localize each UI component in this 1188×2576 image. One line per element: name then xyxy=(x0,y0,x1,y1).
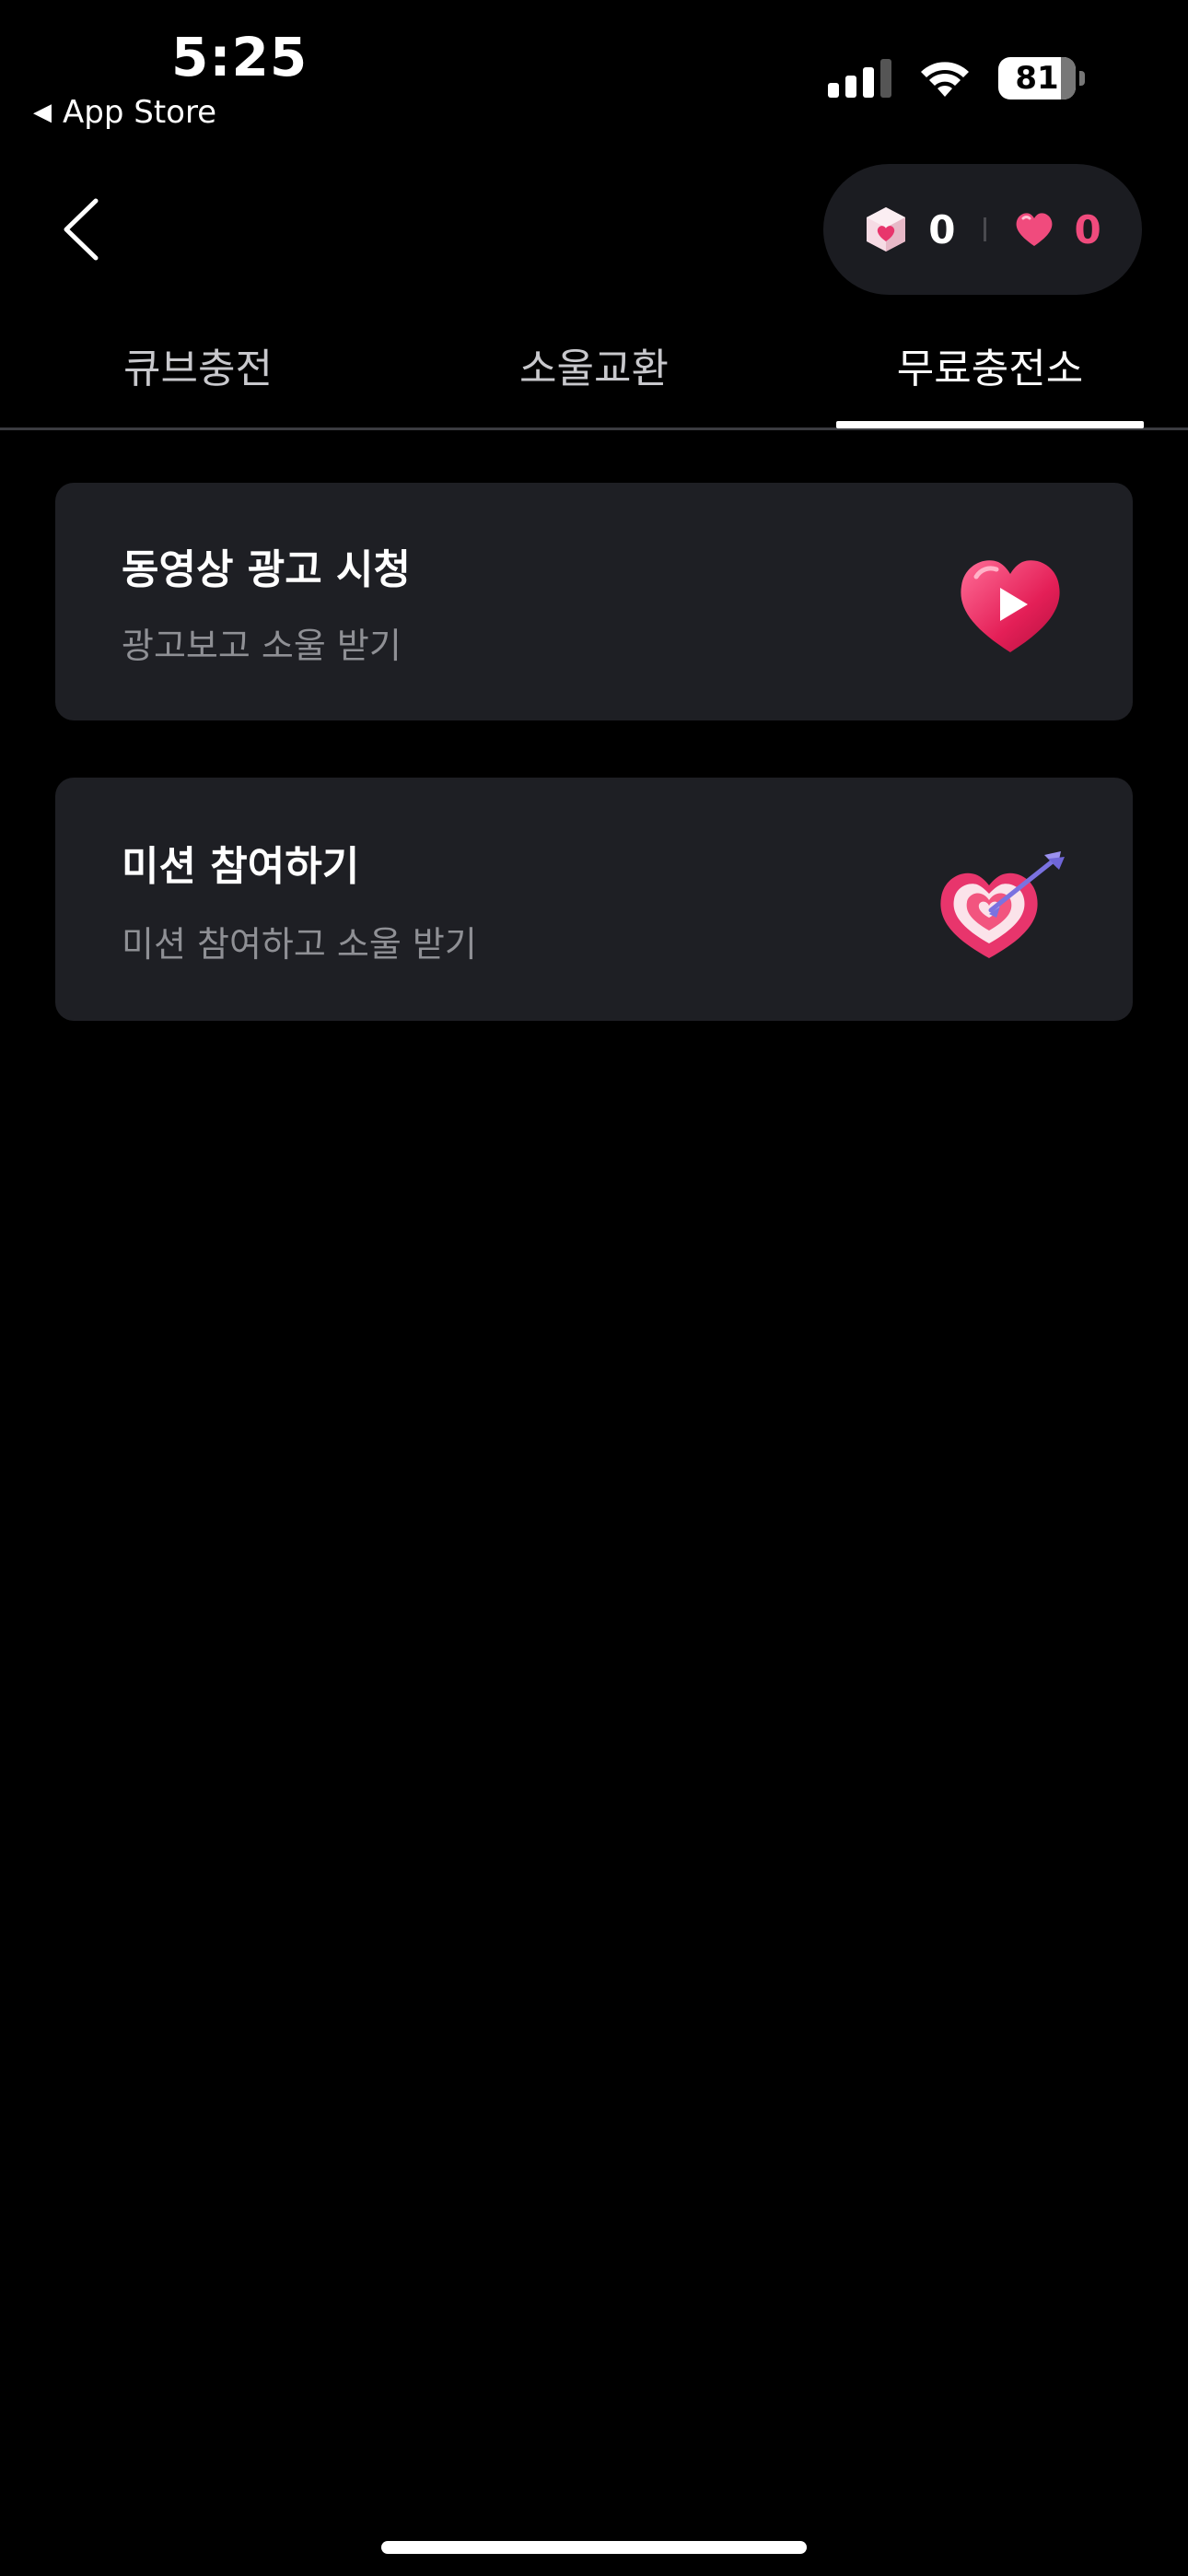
tab-bar: 큐브충전 소울교환 무료충전소 xyxy=(0,313,1188,430)
cube-icon xyxy=(867,207,906,252)
currency-divider xyxy=(983,217,986,241)
battery-level: 81 xyxy=(1015,60,1059,97)
cube-balance: 0 xyxy=(864,205,956,253)
soul-count: 0 xyxy=(1074,206,1101,252)
cellular-signal-icon xyxy=(828,59,891,98)
tab-free-charge[interactable]: 무료충전소 xyxy=(838,335,1142,394)
back-to-app-label: App Store xyxy=(63,94,217,131)
card-subtitle: 미션 참여하고 소울 받기 xyxy=(122,924,477,965)
card-title: 미션 참여하기 xyxy=(122,843,360,890)
home-indicator[interactable] xyxy=(381,2541,807,2554)
tab-soul-exchange[interactable]: 소울교환 xyxy=(442,335,746,394)
back-button[interactable] xyxy=(55,195,107,263)
battery-body: 81 xyxy=(998,57,1076,100)
soul-balance: 0 xyxy=(1014,207,1101,252)
heart-play-icon xyxy=(961,560,1060,652)
chevron-left-icon xyxy=(64,198,99,261)
status-time: 5:25 xyxy=(171,26,309,88)
active-tab-indicator xyxy=(836,421,1144,428)
currency-balance[interactable]: 0 0 xyxy=(823,164,1142,295)
battery-icon: 81 xyxy=(998,57,1085,100)
status-indicators: 81 xyxy=(828,57,1085,100)
card-subtitle: 광고보고 소울 받기 xyxy=(122,626,402,666)
mission-participation-card[interactable]: 미션 참여하기 미션 참여하고 소울 받기 xyxy=(55,778,1133,1021)
card-title: 동영상 광고 시청 xyxy=(122,546,411,593)
battery-nub xyxy=(1079,71,1085,86)
tab-cube-charge[interactable]: 큐브충전 xyxy=(46,335,350,394)
battery-empty-portion xyxy=(1061,57,1076,100)
back-triangle-icon: ◀ xyxy=(33,99,52,126)
heart-target-icon xyxy=(940,851,1065,958)
cube-count: 0 xyxy=(928,206,956,252)
wifi-icon xyxy=(921,62,969,97)
heart-gem-icon xyxy=(1016,213,1052,246)
watch-video-ad-card[interactable]: 동영상 광고 시청 광고보고 소울 받기 xyxy=(55,483,1133,720)
back-to-app-link[interactable]: ◀ App Store xyxy=(33,94,216,131)
